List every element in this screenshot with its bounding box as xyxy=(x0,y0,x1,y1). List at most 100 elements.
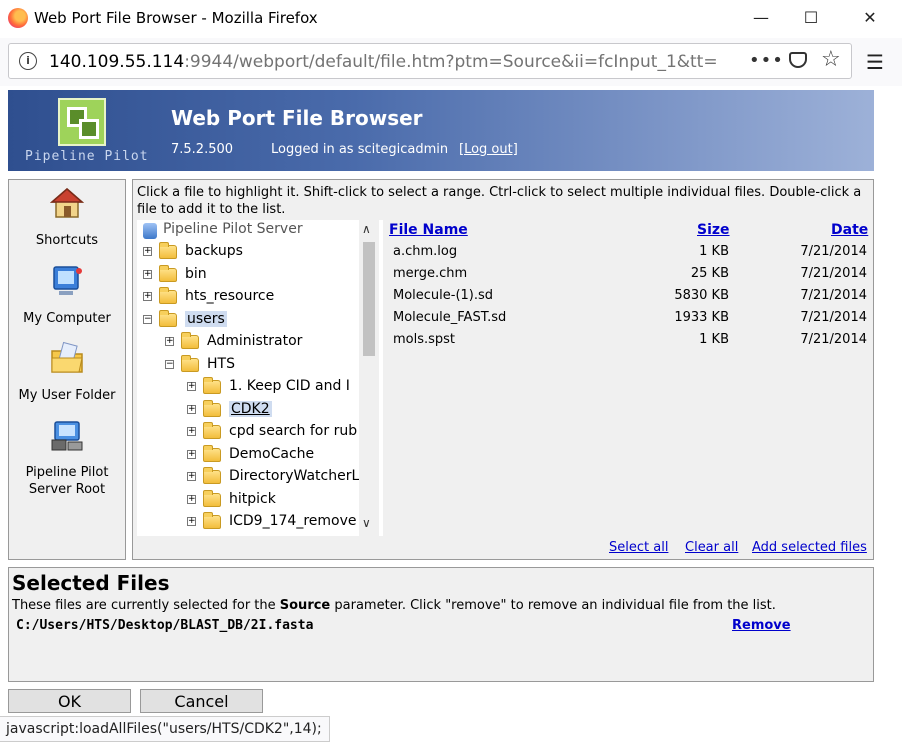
bookmark-star-icon[interactable]: ☆ xyxy=(821,47,841,72)
tree-item-label: DemoCache xyxy=(229,445,315,462)
title-bar: Web Port File Browser - Mozilla Firefox … xyxy=(0,0,902,38)
expand-icon[interactable]: + xyxy=(143,247,152,256)
file-size: 1 KB xyxy=(699,332,729,347)
page-actions-icon[interactable]: ••• xyxy=(749,50,784,71)
tree-item-label: hts_resource xyxy=(185,288,275,304)
menu-icon[interactable]: ☰ xyxy=(866,50,884,74)
tree-item-label: backups xyxy=(185,243,243,259)
sidebar-label: Shortcuts xyxy=(35,233,99,248)
sidebar-label: My Computer xyxy=(23,311,111,326)
minimize-button[interactable]: — xyxy=(746,8,776,30)
file-list: File Name Size Date a.chm.log 1 KB 7/21/20… xyxy=(387,220,871,530)
file-date: 7/21/2014 xyxy=(800,266,867,281)
url-host: 140.109.55.114 xyxy=(49,52,185,72)
close-button[interactable]: ✕ xyxy=(855,8,885,30)
firefox-icon xyxy=(8,8,28,28)
folder-tree[interactable]: Pipeline Pilot Server + backups + bin + hts_r… xyxy=(137,220,383,536)
tree-item-label: HTS xyxy=(207,355,235,372)
clear-all-link[interactable]: Clear all xyxy=(685,540,738,555)
ok-button[interactable]: OK xyxy=(8,689,131,713)
scroll-thumb[interactable] xyxy=(363,242,375,356)
info-icon[interactable]: i xyxy=(19,52,37,70)
folder-icon xyxy=(181,332,199,349)
file-date: 7/21/2014 xyxy=(800,332,867,347)
folder-icon xyxy=(203,399,221,417)
add-selected-files-link[interactable]: Add selected files xyxy=(752,540,867,555)
folder-icon xyxy=(203,444,221,462)
expand-icon[interactable]: + xyxy=(165,337,174,346)
folder-icon xyxy=(203,377,221,394)
pocket-icon[interactable] xyxy=(789,52,807,68)
folder-icon xyxy=(203,512,221,529)
house-icon xyxy=(49,188,85,218)
expand-icon[interactable]: + xyxy=(187,427,196,436)
col-header-date[interactable]: Date xyxy=(831,222,868,238)
app-banner: Pipeline Pilot Web Port File Browser 7.5… xyxy=(8,90,874,171)
tree-item-label: ICD9_174_remove xyxy=(229,513,357,529)
file-name: Molecule-(1).sd xyxy=(393,288,494,303)
col-header-name[interactable]: File Name xyxy=(389,222,468,238)
file-row[interactable]: merge.chm 25 KB 7/21/2014 xyxy=(387,264,871,286)
file-row[interactable]: Molecule-(1).sd 5830 KB 7/21/2014 xyxy=(387,286,871,308)
user-folder-icon xyxy=(51,341,83,373)
tree-item-label: CDK2 xyxy=(229,400,272,417)
folder-icon xyxy=(159,264,177,282)
expand-icon[interactable]: + xyxy=(187,382,196,391)
logo-text: Pipeline Pilot xyxy=(25,149,149,164)
logout-link[interactable]: [Log out] xyxy=(459,142,518,157)
collapse-icon[interactable]: − xyxy=(165,359,174,369)
folder-icon xyxy=(159,242,177,259)
tree-root-label: Pipeline Pilot Server xyxy=(163,221,303,237)
tree-item-label: hitpick xyxy=(229,490,276,507)
expand-icon[interactable]: + xyxy=(187,494,196,504)
url-text[interactable]: 140.109.55.114:9944/webport/default/file… xyxy=(49,52,719,72)
file-size: 25 KB xyxy=(690,266,729,281)
scroll-down-icon[interactable]: ∨ xyxy=(362,516,371,530)
scroll-up-icon[interactable]: ∧ xyxy=(362,222,371,236)
file-date: 7/21/2014 xyxy=(800,288,867,303)
folder-icon xyxy=(203,467,221,484)
file-size: 5830 KB xyxy=(674,288,729,303)
expand-icon[interactable]: + xyxy=(143,269,152,279)
expand-icon[interactable]: + xyxy=(187,404,196,414)
status-bar: javascript:loadAllFiles("users/HTS/CDK2"… xyxy=(0,716,330,742)
folder-icon xyxy=(159,287,177,304)
expand-icon[interactable]: + xyxy=(187,449,196,459)
pipeline-pilot-logo-icon xyxy=(58,98,106,146)
sidebar-label: My User Folder xyxy=(18,388,116,403)
file-row[interactable]: Molecule_FAST.sd 1933 KB 7/21/2014 xyxy=(387,308,871,330)
login-status: Logged in as scitegicadmin xyxy=(271,142,449,157)
selected-file-path: C:/Users/HTS/Desktop/BLAST_DB/2I.fasta xyxy=(16,618,314,633)
address-bar[interactable]: i 140.109.55.114:9944/webport/default/fi… xyxy=(8,43,852,79)
selected-files-description: These files are currently selected for t… xyxy=(12,598,776,613)
tree-scrollbar[interactable]: ∧ ∨ xyxy=(359,220,379,536)
server-icon xyxy=(51,421,83,451)
expand-icon[interactable]: + xyxy=(187,517,196,526)
app-title: Web Port File Browser xyxy=(171,106,423,130)
file-row[interactable]: mols.spst 1 KB 7/21/2014 xyxy=(387,330,871,352)
desc-text: These files are currently selected for t… xyxy=(12,598,280,613)
collapse-icon[interactable]: − xyxy=(143,314,152,324)
window-title: Web Port File Browser - Mozilla Firefox xyxy=(34,9,318,27)
tree-item-label: bin xyxy=(185,265,207,282)
tree-item-label: users xyxy=(185,310,227,327)
tree-item-label: cpd search for rub xyxy=(229,423,358,439)
remove-link[interactable]: Remove xyxy=(732,618,791,633)
tree-item-label: DirectoryWatcherL xyxy=(229,468,360,484)
file-size: 1 KB xyxy=(699,244,729,259)
selected-files-title: Selected Files xyxy=(12,571,170,595)
selected-files-panel: Selected Files These files are currently… xyxy=(8,567,874,682)
server-icon xyxy=(143,223,157,239)
url-path: :9944/webport/default/file.htm?ptm=Sourc… xyxy=(184,52,719,72)
expand-icon[interactable]: + xyxy=(187,472,196,481)
file-row[interactable]: a.chm.log 1 KB 7/21/2014 xyxy=(387,242,871,264)
computer-icon xyxy=(53,266,82,295)
select-all-link[interactable]: Select all xyxy=(609,540,668,555)
col-header-size[interactable]: Size xyxy=(697,222,730,238)
file-name: mols.spst xyxy=(393,332,456,347)
maximize-button[interactable]: ☐ xyxy=(796,8,826,30)
expand-icon[interactable]: + xyxy=(143,292,152,301)
cancel-button[interactable]: Cancel xyxy=(140,689,263,713)
logo-square-b xyxy=(79,119,99,139)
file-size: 1933 KB xyxy=(674,310,729,325)
